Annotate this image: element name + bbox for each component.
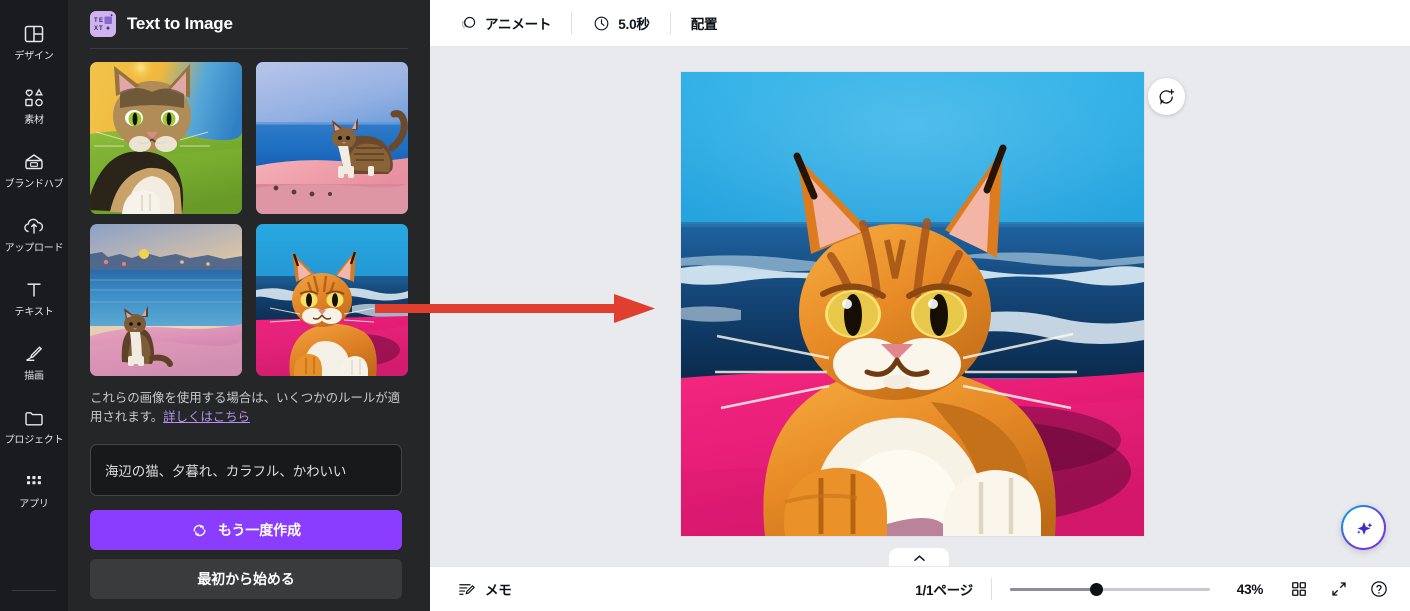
sidebar-label-text: テキスト [14,306,54,318]
result-thumbnail-2[interactable] [256,62,408,214]
help-icon [1369,579,1389,599]
svg-text:T: T [99,26,103,32]
sidebar-label-brand-hub: ブランドハブ [4,178,64,190]
elements-icon [22,86,46,110]
sidebar-label-projects: プロジェクト [4,434,64,446]
result-thumbnail-4[interactable] [256,224,408,376]
design-icon [22,22,46,46]
panel-title: Text to Image [127,14,233,33]
position-button[interactable]: 配置 [680,7,729,39]
chevron-up-icon [913,554,926,563]
sidebar-label-design: デザイン [14,50,54,62]
regenerate-label: もう一度作成 [218,522,301,538]
regenerate-button[interactable]: もう一度作成 [90,510,402,550]
app-root: デザイン 素材 ブランドハブ アップロード テキスト 描画 プロジェクト アプリ… [0,0,1410,611]
upload-icon [22,214,46,238]
add-comment-button[interactable] [1148,78,1185,115]
zoom-level-label: 43% [1236,581,1264,597]
svg-text:E: E [99,18,103,24]
notes-label: メモ [485,583,512,598]
notes-icon [457,580,476,599]
canvas-area [430,47,1410,566]
animate-button[interactable]: アニメート [448,7,562,39]
result-thumbnail-3[interactable] [90,224,242,376]
text-to-image-panel: T E X T Text to Image これらの画像を使用する場合は、いくつ… [68,0,430,611]
duration-button[interactable]: 5.0秒 [581,7,660,39]
prompt-input-value: 海辺の猫、夕暮れ、カラフル、かわいい [105,464,347,479]
page-counter: 1/1ページ [915,583,973,598]
start-over-label: 最初から始める [197,571,295,587]
sidebar-label-draw: 描画 [24,370,44,382]
draw-icon [22,342,46,366]
canvas-panel-toggle[interactable] [889,548,949,566]
fullscreen-icon [1329,579,1349,599]
svg-text:X: X [94,26,98,32]
sidebar-label-elements: 素材 [24,114,44,126]
status-bar: メモ 1/1ページ 43% [430,566,1410,611]
svg-text:T: T [94,18,98,24]
learn-more-link[interactable]: 詳しくはこちら [163,410,250,424]
zoom-slider-knob[interactable] [1090,583,1104,596]
left-icon-rail: デザイン 素材 ブランドハブ アップロード テキスト 描画 プロジェクト アプリ [0,0,68,611]
animate-label: アニメート [485,17,552,32]
toolbar-separator-2 [669,12,671,34]
position-label: 配置 [690,17,718,32]
magic-ai-button[interactable] [1341,505,1386,550]
prompt-input[interactable]: 海辺の猫、夕暮れ、カラフル、かわいい [90,444,402,496]
duration-label: 5.0秒 [618,17,650,32]
sidebar-item-elements[interactable]: 素材 [0,74,68,138]
rail-divider [12,590,56,591]
canvas-toolbar: アニメート 5.0秒 配置 [430,0,1410,47]
clock-icon [592,14,611,33]
sidebar-label-apps: アプリ [19,498,49,510]
canvas-artwork[interactable] [681,72,1144,536]
result-thumbnail-1[interactable] [90,62,242,214]
animate-icon [459,14,478,33]
grid-view-icon [1289,579,1309,599]
brand-hub-icon [22,150,46,174]
apps-icon [22,470,46,494]
sidebar-item-text[interactable]: テキスト [0,266,68,330]
zoom-slider[interactable] [1010,579,1210,599]
magic-sparkle-icon [1353,517,1375,539]
sidebar-item-draw[interactable]: 描画 [0,330,68,394]
usage-disclaimer: これらの画像を使用する場合は、いくつかのルールが適用されます。詳しくはこちら [90,389,408,427]
sidebar-item-brand-hub[interactable]: ブランドハブ [0,138,68,202]
editor-main: アニメート 5.0秒 配置 メモ 1/1ページ 43% [430,0,1410,611]
status-separator [991,578,992,600]
toolbar-separator-1 [571,12,573,34]
sidebar-item-design[interactable]: デザイン [0,10,68,74]
sidebar-item-projects[interactable]: プロジェクト [0,394,68,458]
sidebar-item-upload[interactable]: アップロード [0,202,68,266]
generated-results-grid [90,62,408,376]
sidebar-item-apps[interactable]: アプリ [0,458,68,522]
notes-button[interactable]: メモ [448,573,521,605]
sidebar-label-upload: アップロード [4,242,64,254]
projects-icon [22,406,46,430]
add-comment-icon [1157,87,1176,106]
start-over-button[interactable]: 最初から始める [90,559,402,599]
zoom-slider-fill [1010,588,1097,591]
fullscreen-button[interactable] [1322,572,1356,606]
text-to-image-app-icon: T E X T [90,11,116,37]
panel-header: T E X T Text to Image [68,0,430,48]
help-button[interactable] [1362,572,1396,606]
panel-body: これらの画像を使用する場合は、いくつかのルールが適用されます。詳しくはこちら 海… [68,49,430,611]
grid-view-button[interactable] [1282,572,1316,606]
refresh-icon [191,522,208,539]
text-icon [22,278,46,302]
